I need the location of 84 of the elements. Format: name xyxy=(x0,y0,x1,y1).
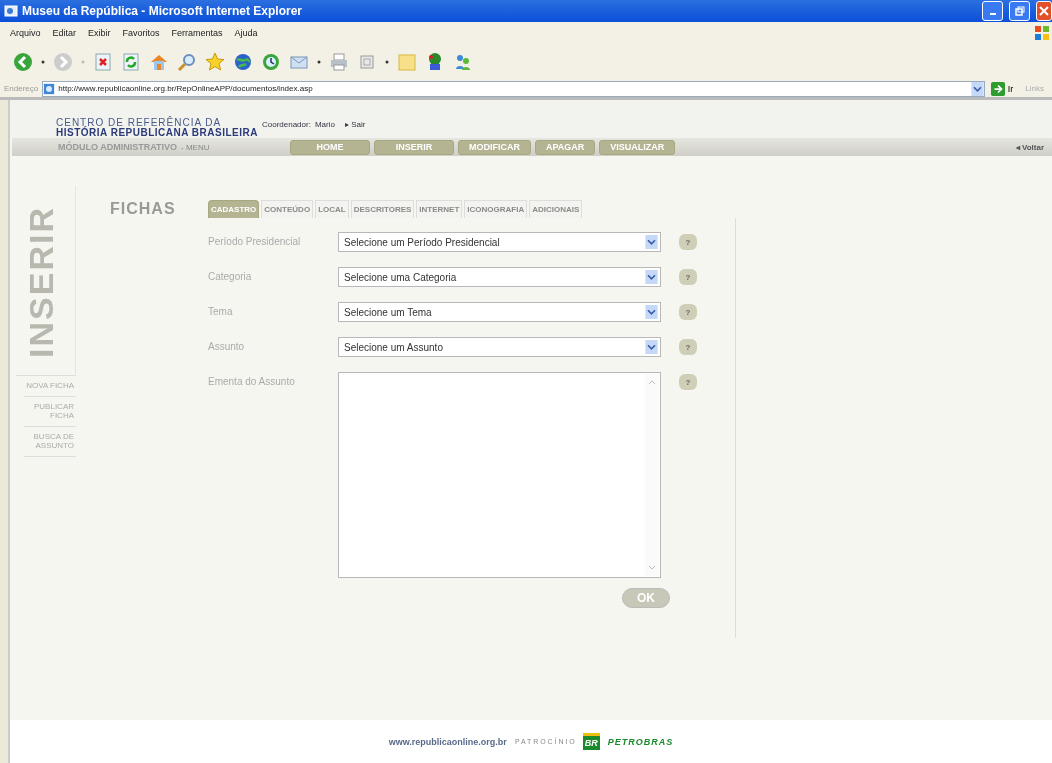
tab[interactable]: INTERNET xyxy=(416,200,463,218)
stop-icon xyxy=(93,52,113,72)
page-icon xyxy=(43,82,56,95)
help-button[interactable]: ? xyxy=(679,234,697,250)
printer-icon xyxy=(329,52,349,72)
sponsor-logo: BR xyxy=(582,733,600,750)
search-button[interactable] xyxy=(176,51,198,73)
field-label: Ementa do Assunto xyxy=(208,375,296,389)
nav-button[interactable]: VISUALIZAR xyxy=(599,139,676,155)
footer-url: www.republicaonline.org.br xyxy=(388,736,507,747)
field-label: Assunto xyxy=(208,340,246,354)
tab[interactable]: CONTEÚDO xyxy=(261,200,314,218)
menu-label: - MENU xyxy=(181,142,210,152)
module-title: MÓDULO ADMINISTRATIVO xyxy=(58,142,177,152)
dropdown-field[interactable]: Selecione um Tema xyxy=(338,302,661,322)
logout-link[interactable]: ▸ Sair xyxy=(344,120,366,138)
search-icon xyxy=(177,52,197,72)
refresh-icon xyxy=(121,52,141,72)
section-title: INSERIR xyxy=(23,205,59,360)
nav-button[interactable]: MODIFICAR xyxy=(458,139,531,155)
tab[interactable]: DESCRITORES xyxy=(350,200,415,218)
field-label: Período Presidencial xyxy=(208,235,302,249)
user-name: Mario xyxy=(314,120,335,131)
dropdown-field[interactable]: Selecione uma Categoria xyxy=(338,267,661,287)
favorites-button[interactable] xyxy=(204,51,226,73)
address-field[interactable]: http://www.republicaonline.org.br/RepOnlineAPP/documentos/index.asp xyxy=(42,80,985,97)
windows-logo-icon xyxy=(1034,25,1050,41)
field-label: Categoria xyxy=(208,270,253,284)
menu-item[interactable]: Arquivo xyxy=(10,28,41,38)
print-button[interactable] xyxy=(328,51,350,73)
window-title: Museu da República - Microsoft Internet Explorer xyxy=(22,4,303,18)
help-button[interactable]: ? xyxy=(679,304,697,320)
help-button[interactable]: ? xyxy=(679,269,697,285)
help-button[interactable]: ? xyxy=(679,374,697,390)
sidebar-link[interactable]: PUBLICAR FICHA xyxy=(24,397,76,428)
menu-item[interactable]: Ajuda xyxy=(234,28,258,38)
links-button[interactable]: Links xyxy=(1025,84,1048,93)
go-button[interactable]: Ir xyxy=(988,81,1022,96)
nav-button[interactable]: INSERIR xyxy=(374,139,454,155)
forward-icon xyxy=(53,52,73,72)
people-icon xyxy=(453,52,473,72)
tab[interactable]: LOCAL xyxy=(315,200,349,218)
star-icon xyxy=(205,52,225,72)
nav-button[interactable]: APAGAR xyxy=(535,139,596,155)
note-icon xyxy=(397,52,417,72)
arrow-icon xyxy=(990,81,1005,96)
home-icon xyxy=(149,52,169,72)
menu-item[interactable]: Editar xyxy=(52,28,77,38)
sidebar-link[interactable]: NOVA FICHA xyxy=(24,376,76,398)
site-logo-subtitle: CENTRO DE REFERÊNCIA DA xyxy=(56,118,223,128)
menu-item[interactable]: Ferramentas xyxy=(171,28,223,38)
forward-button[interactable] xyxy=(52,51,74,73)
clock-icon xyxy=(261,52,281,72)
tab[interactable]: ICONOGRAFIA xyxy=(464,200,528,218)
close-icon xyxy=(1039,6,1049,16)
minimize-button[interactable] xyxy=(982,1,1003,21)
nav-button[interactable]: HOME xyxy=(290,139,370,155)
dropdown-field[interactable]: Selecione um Período Presidencial xyxy=(338,232,661,252)
stop-button[interactable] xyxy=(92,51,114,73)
tab[interactable]: CADASTRO xyxy=(208,200,260,218)
browser-icon xyxy=(4,4,18,18)
back-button[interactable] xyxy=(12,51,34,73)
sponsor-name: PETROBRAS xyxy=(607,736,674,747)
menu-item[interactable]: Exibir xyxy=(88,28,111,38)
back-link[interactable]: ◂ Voltar xyxy=(1015,142,1052,152)
menu-item[interactable]: Favoritos xyxy=(122,28,160,38)
restore-icon xyxy=(1014,6,1025,16)
page-title: FICHAS xyxy=(110,200,176,217)
field-label: Tema xyxy=(208,305,234,319)
address-label: Endereço xyxy=(4,84,39,93)
refresh-button[interactable] xyxy=(120,51,142,73)
site-logo-title: HISTÓRIA REPUBLICANA BRASILEIRA xyxy=(56,128,258,138)
help-button[interactable]: ? xyxy=(679,339,697,355)
history-button[interactable] xyxy=(260,51,282,73)
maximize-button[interactable] xyxy=(1009,1,1030,21)
back-icon xyxy=(13,52,33,72)
dropdown-field[interactable]: Selecione um Assunto xyxy=(338,337,661,357)
minimize-icon xyxy=(989,13,996,15)
media-button[interactable] xyxy=(232,51,254,73)
globe-icon xyxy=(233,52,253,72)
user-label: Coordenador: xyxy=(262,120,311,131)
window-icon xyxy=(357,52,377,72)
tab[interactable]: ADICIONAIS xyxy=(529,200,583,218)
close-button[interactable] xyxy=(1036,1,1052,21)
